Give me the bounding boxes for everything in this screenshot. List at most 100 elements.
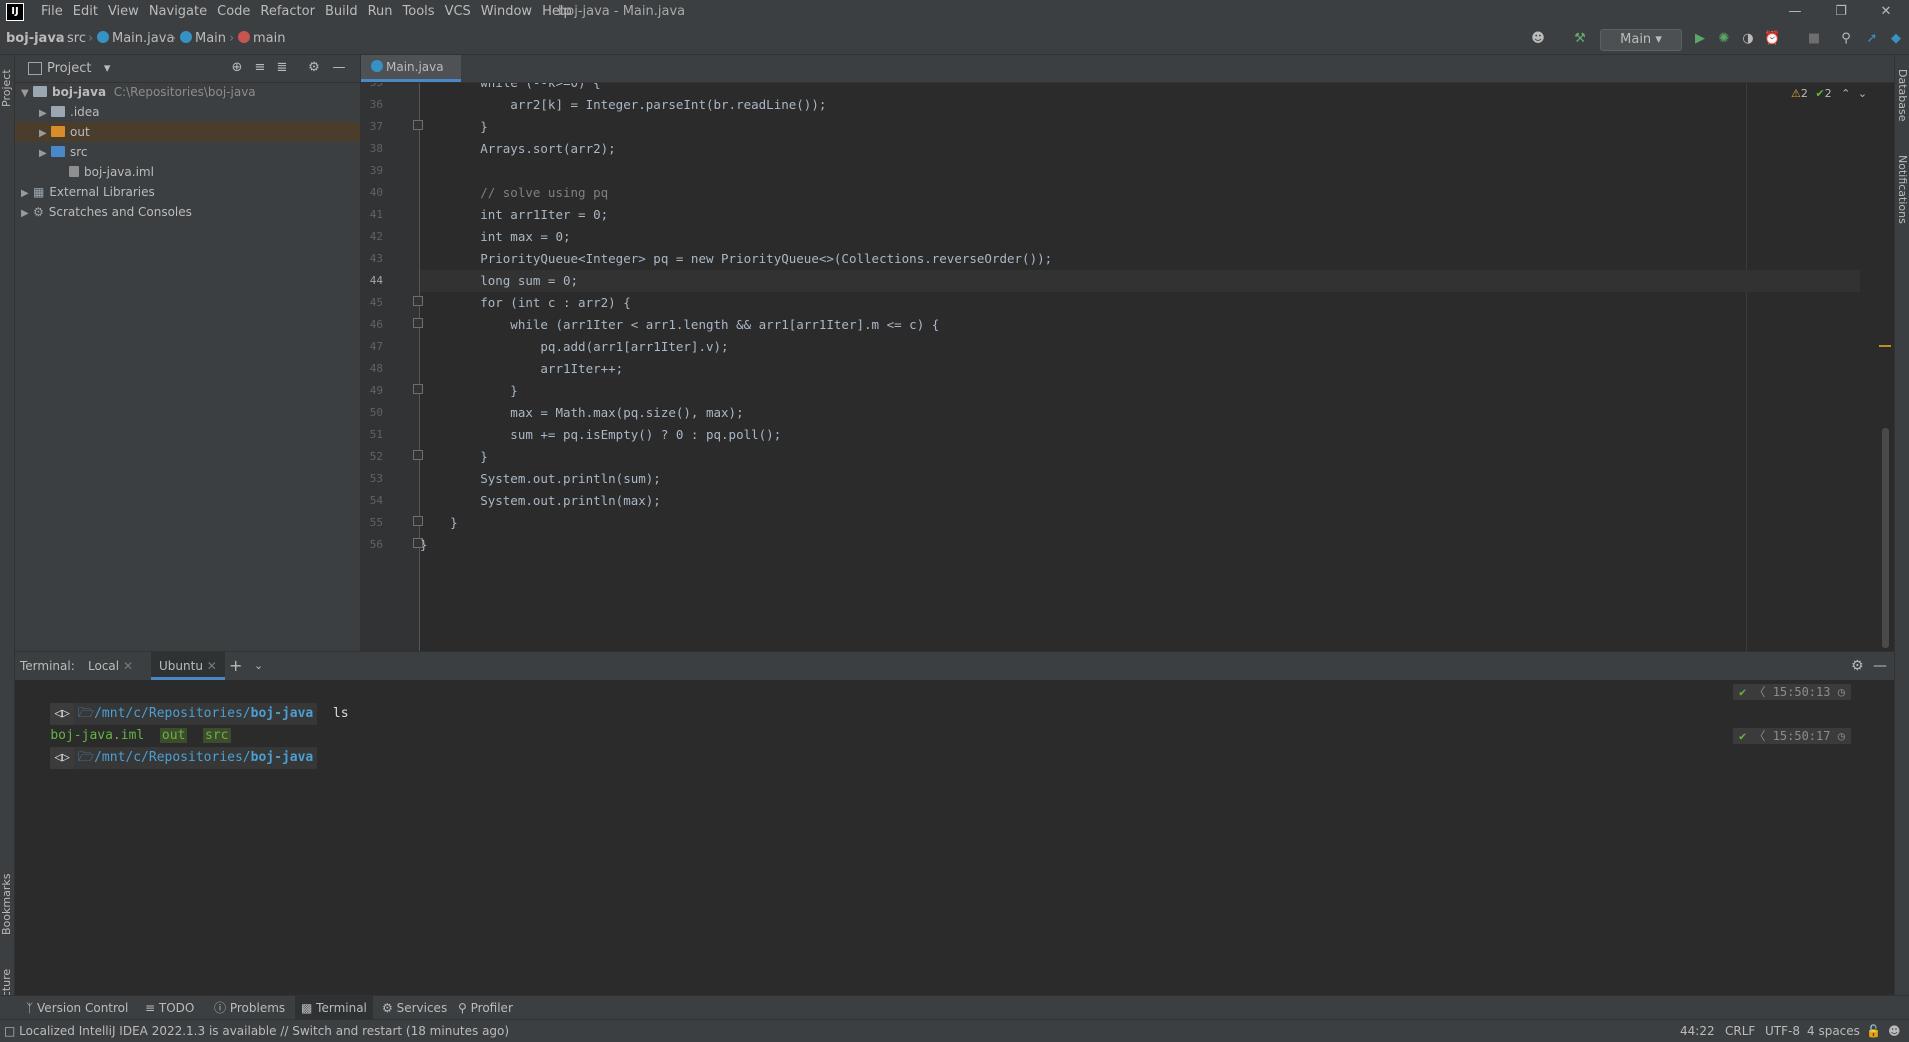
inspector-icon[interactable]: ☻ xyxy=(1888,1020,1901,1042)
chevron-down-icon[interactable]: ⌄ xyxy=(1858,87,1867,100)
tree-item-external-libraries[interactable]: ▶ ▦ External Libraries xyxy=(15,182,360,202)
line-number: 43 xyxy=(369,252,383,265)
tool-window-services[interactable]: ⚙ Services xyxy=(382,996,447,1020)
terminal-tab-ubuntu[interactable]: Ubuntu ✕ xyxy=(151,652,225,680)
terminal-tab-local[interactable]: Local ✕ xyxy=(88,652,133,680)
line-number: 35 xyxy=(361,83,383,94)
breadcrumb-separator: › xyxy=(229,31,235,46)
tool-window-terminal[interactable]: ▩ Terminal xyxy=(295,996,373,1020)
profiler-icon: ⚲ xyxy=(458,1001,467,1015)
line-separator[interactable]: CRLF xyxy=(1725,1020,1755,1042)
hide-panel-icon[interactable]: — xyxy=(1873,652,1887,680)
coverage-icon[interactable]: ◑ xyxy=(1740,31,1756,47)
tool-window-todo[interactable]: ≡ TODO xyxy=(145,996,194,1020)
terminal-output[interactable]: ◁▷ 🗁/mnt/c/Repositories/boj-java ls boj-j… xyxy=(15,680,1894,994)
breadcrumb-project[interactable]: boj-java xyxy=(6,24,65,54)
source-folder-icon xyxy=(51,146,65,157)
minimize-icon[interactable]: — xyxy=(1772,0,1818,24)
prompt-path-dir: boj-java xyxy=(250,706,314,721)
stop-icon[interactable]: ■ xyxy=(1806,31,1822,47)
tool-window-problems[interactable]: ⓘ Problems xyxy=(214,996,285,1020)
chevron-up-icon[interactable]: ⌃ xyxy=(1841,87,1850,100)
gear-icon[interactable]: ⚙ xyxy=(1851,652,1864,680)
chevron-right-icon[interactable]: ▶ xyxy=(15,184,33,204)
linux-icon: ◁▷ xyxy=(50,747,74,769)
restore-icon[interactable]: ❐ xyxy=(1818,0,1864,24)
run-configuration-select[interactable]: Main ▾ xyxy=(1600,29,1682,51)
tool-window-profiler[interactable]: ⚲ Profiler xyxy=(458,996,513,1020)
chevron-down-icon[interactable]: ⌄ xyxy=(254,652,263,680)
menu-window[interactable]: Window xyxy=(476,0,537,24)
menu-tools[interactable]: Tools xyxy=(398,0,440,24)
tool-window-version-control[interactable]: ᛉ Version Control xyxy=(26,996,128,1020)
build-hammer-icon[interactable]: ⚒ xyxy=(1572,31,1588,47)
caret-position[interactable]: 44:22 xyxy=(1680,1020,1715,1042)
new-terminal-tab-icon[interactable]: + xyxy=(229,652,242,680)
chevron-right-icon[interactable]: ▶ xyxy=(15,204,33,224)
navigation-bar: boj-java › src › Main.java › Main › main… xyxy=(0,24,1909,55)
line-number: 49 xyxy=(369,384,383,397)
close-tab-icon[interactable]: ✕ xyxy=(123,659,133,673)
search-icon[interactable]: ⚲ xyxy=(1838,31,1854,47)
breadcrumb-class[interactable]: Main xyxy=(180,24,226,54)
hide-panel-icon[interactable]: — xyxy=(331,60,347,76)
warning-marker[interactable] xyxy=(1879,345,1891,347)
menu-refactor[interactable]: Refactor xyxy=(255,0,320,24)
scratches-icon: ⚙ xyxy=(33,205,44,219)
project-tool-window-tab[interactable]: Project xyxy=(0,69,13,107)
tab-label: Main.java xyxy=(386,60,444,74)
tree-item-idea[interactable]: ▶ .idea xyxy=(15,102,360,122)
chevron-right-icon[interactable]: ▶ xyxy=(15,124,51,144)
menu-code[interactable]: Code xyxy=(212,0,255,24)
tab-main-java[interactable]: Main.java ✕ xyxy=(361,55,461,99)
code-editor[interactable]: 35 36 37 38 39 40 41 42 43 44 45 46 47 4… xyxy=(361,83,1894,651)
database-tool-window-tab[interactable]: Database xyxy=(1896,69,1909,122)
menu-navigate[interactable]: Navigate xyxy=(144,0,212,24)
user-icon[interactable]: ☻ xyxy=(1530,31,1546,47)
menu-vcs[interactable]: VCS xyxy=(440,0,476,24)
breadcrumb-src[interactable]: src xyxy=(67,24,86,54)
collapse-all-icon[interactable]: ≣ xyxy=(274,60,290,76)
indent-setting[interactable]: 4 spaces xyxy=(1807,1020,1860,1042)
notifications-tool-window-tab[interactable]: Notifications xyxy=(1896,155,1909,224)
line-number: 38 xyxy=(369,142,383,155)
menu-build[interactable]: Build xyxy=(320,0,363,24)
expand-all-icon[interactable]: ≡ xyxy=(252,60,268,76)
gear-icon[interactable]: ⚙ xyxy=(306,60,322,76)
tree-item-scratches[interactable]: ▶ ⚙ Scratches and Consoles xyxy=(15,202,360,222)
editor-scrollbar[interactable] xyxy=(1882,428,1889,648)
services-icon: ⚙ xyxy=(382,1001,393,1015)
update-icon[interactable]: ➚ xyxy=(1864,31,1880,47)
breadcrumb-method[interactable]: main xyxy=(238,24,285,54)
tree-item-src[interactable]: ▶ src xyxy=(15,142,360,162)
chevron-right-icon[interactable]: ▶ xyxy=(15,144,51,164)
inspection-widget[interactable]: ⚠2 ✔2 ⌃ ⌄ xyxy=(1791,87,1867,100)
intellij-logo-icon[interactable]: IJ xyxy=(6,3,24,21)
tree-item-label: src xyxy=(70,145,88,159)
debug-icon[interactable]: ✺ xyxy=(1716,31,1732,47)
line-number: 52 xyxy=(369,450,383,463)
menu-file[interactable]: File xyxy=(36,0,68,24)
tree-item-root[interactable]: ▼ boj-java C:\Repositories\boj-java xyxy=(15,82,360,102)
project-view-select[interactable]: Project ▾ xyxy=(47,55,110,82)
breadcrumb-file[interactable]: Main.java xyxy=(97,24,174,54)
tree-item-iml[interactable]: boj-java.iml xyxy=(15,162,360,182)
tree-item-out[interactable]: ▶ out xyxy=(15,122,360,142)
locate-icon[interactable]: ⊕ xyxy=(229,60,245,76)
read-only-lock-icon[interactable]: 🔓 xyxy=(1866,1020,1881,1042)
menu-run[interactable]: Run xyxy=(363,0,398,24)
prompt-time-badge: ✔ 〈 15:50:13 ◷ xyxy=(1733,684,1851,700)
chevron-down-icon[interactable]: ▼ xyxy=(15,84,33,104)
profile-icon[interactable]: ⏰ xyxy=(1764,31,1780,47)
line-number: 42 xyxy=(369,230,383,243)
chevron-right-icon[interactable]: ▶ xyxy=(15,104,51,124)
run-icon[interactable]: ▶ xyxy=(1692,31,1708,47)
status-message[interactable]: □ Localized IntelliJ IDEA 2022.1.3 is av… xyxy=(4,1020,509,1042)
close-icon[interactable]: ✕ xyxy=(1863,0,1909,24)
menu-edit[interactable]: Edit xyxy=(68,0,103,24)
plugin-icon[interactable]: ◆ xyxy=(1888,31,1904,47)
bookmarks-tool-window-tab[interactable]: Bookmarks xyxy=(0,874,13,935)
file-encoding[interactable]: UTF-8 xyxy=(1765,1020,1800,1042)
close-tab-icon[interactable]: ✕ xyxy=(207,659,217,673)
menu-view[interactable]: View xyxy=(103,0,144,24)
